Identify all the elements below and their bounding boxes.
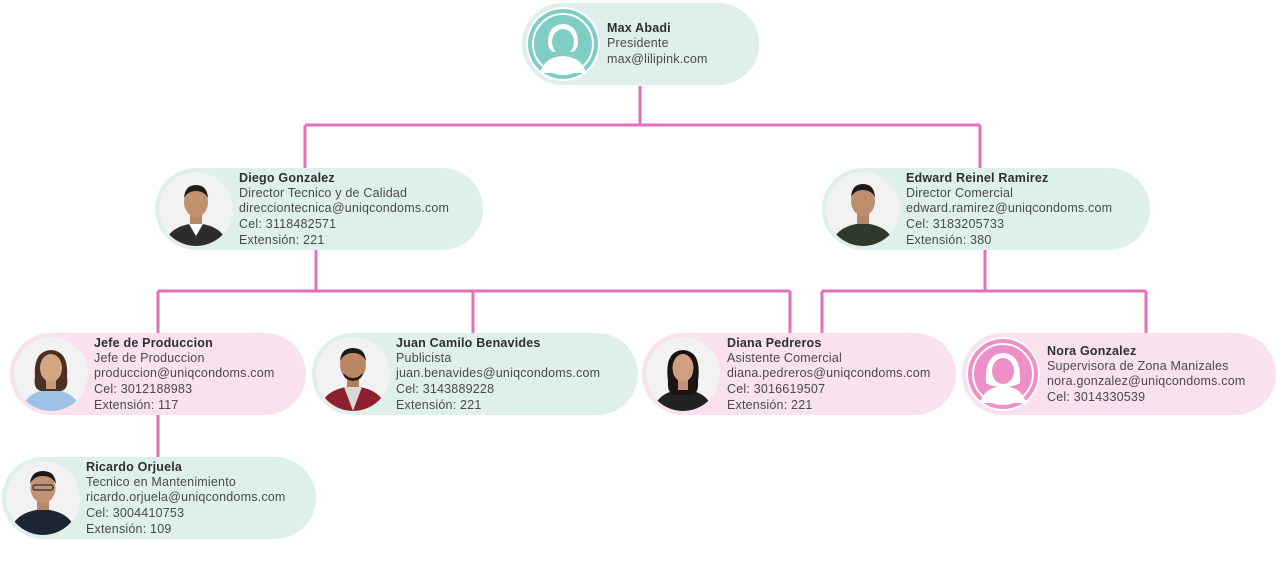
person-name: Nora Gonzalez [1047, 343, 1137, 358]
person-name: Juan Camilo Benavides [396, 335, 541, 350]
person-photo [316, 337, 390, 411]
person-phone: Cel: 3014330539 [1047, 389, 1146, 404]
person-email: max@lilipink.com [607, 52, 708, 66]
person-name: Max Abadi [607, 21, 671, 36]
org-card-juan-benavides: Juan Camilo Benavides Publicista juan.be… [312, 333, 638, 415]
person-phone: Cel: 3183205733 [906, 217, 1005, 231]
person-email: nora.gonzalez@uniqcondoms.com [1047, 374, 1246, 389]
person-role: Asistente Comercial [727, 350, 842, 365]
person-extension: Extensión: 221 [727, 397, 813, 412]
org-card-ricardo-orjuela: Ricardo Orjuela Tecnico en Mantenimiento… [2, 457, 316, 539]
person-extension: Extensión: 380 [906, 232, 992, 247]
person-role: Presidente [607, 36, 669, 51]
connector-edward [820, 250, 1148, 333]
org-card-jefe-produccion: Jefe de Produccion Jefe de Produccion pr… [10, 333, 306, 415]
person-email: ricardo.orjuela@uniqcondoms.com [86, 490, 286, 505]
person-photo [646, 337, 720, 411]
placeholder-avatar-icon [526, 7, 600, 81]
person-role: Director Tecnico y de Calidad [239, 185, 408, 200]
person-name: Ricardo Orjuela [86, 459, 183, 474]
person-extension: Extensión: 109 [86, 521, 172, 536]
person-phone: Cel: 3143889228 [396, 382, 495, 396]
connector-diego [156, 250, 792, 333]
org-card-max-abadi: Max Abadi Presidente max@lilipink.com [522, 3, 759, 85]
person-email: produccion@uniqcondoms.com [94, 366, 275, 381]
person-role: Publicista [396, 350, 452, 365]
person-name: Diego Gonzalez [239, 170, 335, 185]
placeholder-avatar-icon [966, 337, 1040, 411]
person-extension: Extensión: 117 [94, 397, 179, 412]
person-photo [14, 337, 88, 411]
person-email: juan.benavides@uniqcondoms.com [396, 366, 601, 381]
person-role: Supervisora de Zona Manizales [1047, 358, 1229, 373]
person-photo [159, 172, 233, 246]
org-card-diana-pedreros: Diana Pedreros Asistente Comercial diana… [642, 333, 956, 415]
person-phone: Cel: 3118482571 [239, 217, 337, 231]
connector-president [303, 86, 982, 168]
person-photo [826, 172, 900, 246]
person-role: Director Comercial [906, 185, 1014, 200]
person-role: Jefe de Produccion [94, 350, 205, 365]
person-name: Diana Pedreros [727, 335, 822, 350]
org-card-diego-gonzalez: Diego Gonzalez Director Tecnico y de Cal… [155, 168, 483, 250]
person-email: edward.ramirez@uniqcondoms.com [906, 201, 1113, 216]
person-phone: Cel: 3012188983 [94, 382, 193, 396]
person-email: diana.pedreros@uniqcondoms.com [727, 366, 931, 381]
person-extension: Extensión: 221 [239, 232, 325, 247]
person-phone: Cel: 3016619507 [727, 382, 826, 396]
person-role: Tecnico en Mantenimiento [86, 474, 237, 489]
person-photo [6, 461, 80, 535]
org-card-nora-gonzalez: Nora Gonzalez Supervisora de Zona Maniza… [962, 333, 1276, 415]
person-name: Jefe de Produccion [94, 335, 213, 350]
org-card-edward-ramirez: Edward Reinel Ramirez Director Comercial… [822, 168, 1150, 250]
person-phone: Cel: 3004410753 [86, 506, 185, 520]
person-name: Edward Reinel Ramirez [906, 170, 1049, 185]
person-extension: Extensión: 221 [396, 397, 482, 412]
person-email: direcciontecnica@uniqcondoms.com [239, 201, 450, 216]
